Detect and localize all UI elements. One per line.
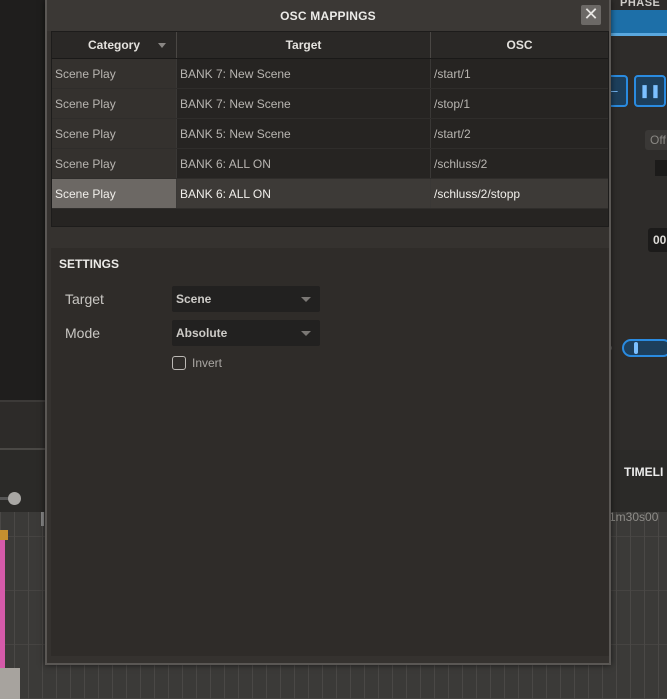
value-box[interactable] <box>655 160 667 176</box>
cell-category: Scene Play <box>52 59 177 88</box>
cell-target: BANK 6: ALL ON <box>177 149 431 178</box>
cell-category: Scene Play <box>52 149 177 178</box>
dialog-title: OSC MAPPINGS <box>280 8 376 23</box>
cell-osc: /stop/1 <box>434 96 471 111</box>
pause-button[interactable]: ❚❚ <box>634 75 666 107</box>
column-header-target[interactable]: Target <box>177 32 431 58</box>
chevron-down-icon <box>301 331 311 336</box>
blue-slider[interactable] <box>622 339 667 357</box>
table-row[interactable]: Scene Play BANK 6: ALL ON /schluss/2 <box>52 149 608 179</box>
settings-title: SETTINGS <box>59 257 120 271</box>
column-header-category[interactable]: Category <box>52 32 177 58</box>
settings-panel: SETTINGS Target Scene Mode Absolute Inve… <box>51 248 609 656</box>
pause-icon: ❚❚ <box>639 83 661 98</box>
invert-checkbox[interactable] <box>172 356 186 370</box>
dialog-titlebar[interactable]: OSC MAPPINGS ✕ <box>47 0 609 31</box>
cell-osc: /schluss/2 <box>434 156 488 171</box>
mode-dropdown[interactable]: Absolute <box>172 320 320 346</box>
target-dropdown[interactable]: Scene <box>172 286 320 312</box>
mappings-table: Category Target OSC Scene Play BANK 7: N… <box>51 31 609 227</box>
cell-category: Scene Play <box>52 119 177 148</box>
phase-label: PHASE <box>620 0 661 9</box>
timeline-clip[interactable] <box>0 540 5 670</box>
osc-mappings-dialog: OSC MAPPINGS ✕ Category Target OSC Scene… <box>45 0 611 665</box>
left-panel <box>0 0 46 400</box>
minus-icon: – <box>610 83 618 98</box>
blue-slider-knob[interactable] <box>634 342 638 354</box>
cell-category: Scene Play <box>52 179 177 208</box>
timeline-marker <box>41 512 44 526</box>
target-label: Target <box>65 291 104 307</box>
table-row-selected[interactable]: Scene Play BANK 6: ALL ON /schluss/2/sto… <box>52 179 608 209</box>
timeline-clip[interactable] <box>0 668 20 699</box>
mode-label: Mode <box>65 325 101 341</box>
column-header-label: Category <box>87 38 140 52</box>
cell-category: Scene Play <box>52 89 177 118</box>
right-panel <box>610 0 667 450</box>
cell-target: BANK 6: ALL ON <box>177 179 431 208</box>
table-row[interactable]: Scene Play BANK 7: New Scene /start/1 <box>52 59 608 89</box>
close-button[interactable]: ✕ <box>581 5 601 25</box>
timeline-label: TIMELI <box>624 465 664 479</box>
invert-label[interactable]: Invert <box>192 356 222 370</box>
time-field[interactable]: 00 <box>648 228 667 252</box>
column-header-label: OSC <box>506 38 533 52</box>
table-header: Category Target OSC <box>52 32 608 59</box>
phase-bar[interactable] <box>610 10 667 36</box>
cell-osc: /start/2 <box>434 126 471 141</box>
mode-dropdown-value: Absolute <box>176 326 228 340</box>
cell-target: BANK 5: New Scene <box>177 119 431 148</box>
timecode: 1m30s00 <box>609 510 659 524</box>
chevron-down-icon <box>301 297 311 302</box>
clip-marker[interactable] <box>0 530 8 540</box>
column-header-osc[interactable]: OSC <box>431 32 608 58</box>
off-toggle[interactable]: Off <box>645 130 667 150</box>
cell-osc: /start/1 <box>434 66 471 81</box>
zoom-slider-knob[interactable] <box>8 492 21 505</box>
table-row[interactable]: Scene Play BANK 5: New Scene /start/2 <box>52 119 608 149</box>
cell-osc: /schluss/2/stopp <box>431 179 608 208</box>
cell-target: BANK 7: New Scene <box>177 59 431 88</box>
close-icon: ✕ <box>583 4 599 24</box>
table-row[interactable]: Scene Play BANK 7: New Scene /stop/1 <box>52 89 608 119</box>
target-dropdown-value: Scene <box>176 292 212 306</box>
column-header-label: Target <box>285 38 322 52</box>
cell-target: BANK 7: New Scene <box>177 89 431 118</box>
sort-arrow-icon[interactable] <box>158 43 166 48</box>
